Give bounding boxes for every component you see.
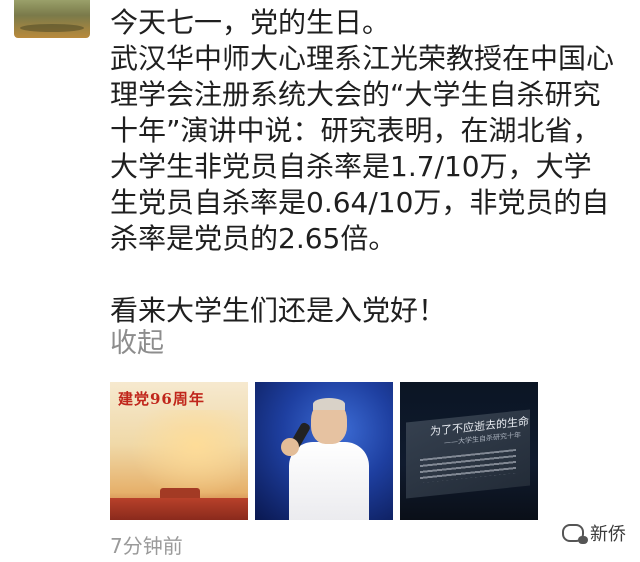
tiananmen-gate-image	[110, 488, 248, 520]
watermark: 新侨	[562, 520, 626, 546]
post-paragraph: 看来大学生们还是入党好！	[110, 294, 447, 327]
speaker-head	[311, 398, 347, 444]
poster-title: 建党96周年	[118, 390, 205, 408]
watermark-text: 新侨	[590, 524, 626, 545]
photo-grid: 建党96周年 为了不应逝去的生命 ——大学生自杀研究十年	[110, 382, 538, 520]
photo-anniversary-poster[interactable]: 建党96周年	[110, 382, 248, 520]
post-paragraph: 今天七一，党的生日。	[110, 6, 391, 39]
photo-speaker[interactable]	[255, 382, 393, 520]
moments-post: 今天七一，党的生日。 武汉华中师大心理系江光荣教授在中国心理学会注册系统大会的“…	[0, 0, 640, 562]
user-avatar[interactable]	[14, 0, 90, 38]
photo-presentation-slide[interactable]: 为了不应逝去的生命 ——大学生自杀研究十年	[400, 382, 538, 520]
speaker-body	[289, 442, 369, 520]
collapse-link[interactable]: 收起	[110, 326, 164, 362]
post-paragraph: 武汉华中师大心理系江光荣教授在中国心理学会注册系统大会的“大学生自杀研究十年”演…	[110, 42, 615, 255]
poster-background	[130, 410, 240, 500]
chat-bubble-icon	[562, 524, 588, 544]
speaker-hand	[281, 438, 299, 456]
post-timestamp: 7分钟前	[110, 534, 183, 558]
post-text: 今天七一，党的生日。 武汉华中师大心理系江光荣教授在中国心理学会注册系统大会的“…	[110, 5, 618, 329]
